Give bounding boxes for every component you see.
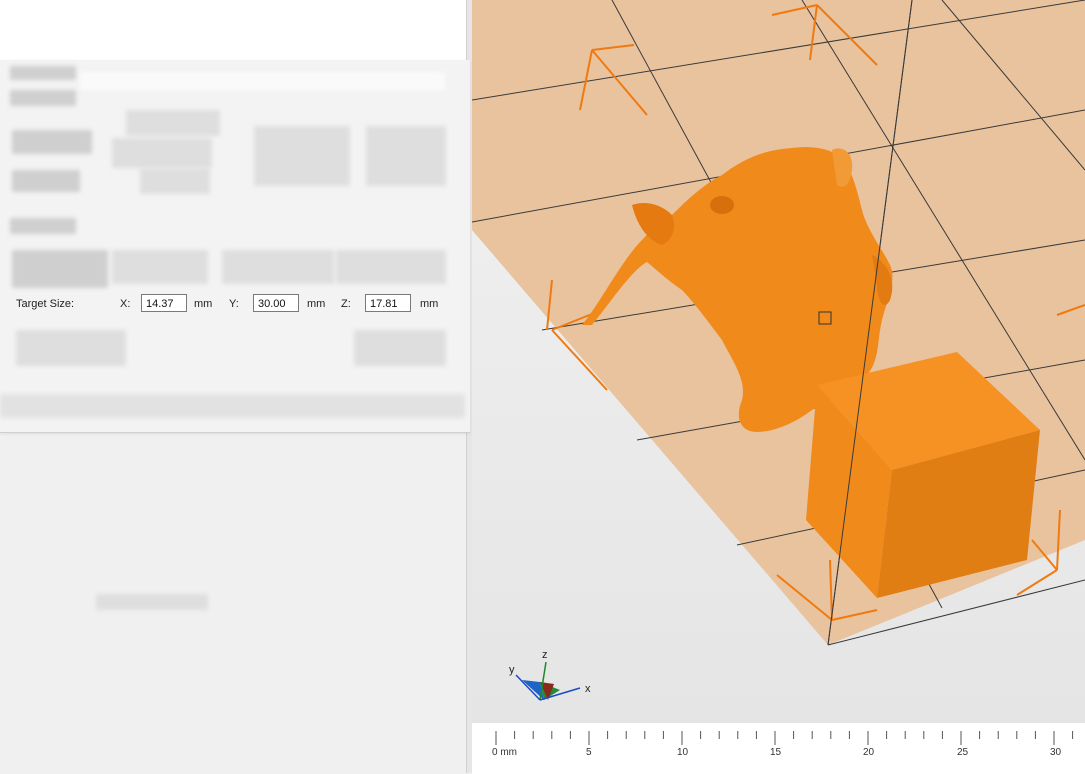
top-white-area [0,0,468,60]
blurred-field [140,168,210,194]
axis-z-label: z [542,649,548,661]
x-unit-label: mm [194,298,213,310]
blurred-footer [0,394,465,418]
blurred-field [112,138,212,168]
ruler-label-25: 25 [957,747,969,758]
blurred-bar [80,72,445,90]
blurred-label [10,218,76,234]
scale-dialog-panel: Target Size: X: 14.37 mm Y: 30.00 mm Z: … [0,60,470,433]
viewport-canvas[interactable]: z y x [472,0,1085,773]
ruler: 0 mm 5 10 15 20 25 30 [472,722,1085,774]
y-unit-label: mm [307,298,326,310]
target-size-y-input[interactable]: 30.00 [253,294,299,312]
ruler-label-15: 15 [770,747,782,758]
y-axis-label: Y: [229,298,239,310]
blurred-header [126,110,220,136]
blurred-field [112,250,208,284]
blurred-text [10,90,76,106]
axis-x-label: x [585,683,591,695]
blurred-checkbox[interactable] [16,330,126,366]
blurred-field [366,126,446,186]
blurred-field [336,250,446,284]
blurred-button[interactable] [354,330,446,366]
ruler-label-0: 0 mm [492,747,517,758]
x-axis-label: X: [120,298,131,310]
z-unit-label: mm [420,298,439,310]
target-size-label: Target Size: [16,298,75,310]
target-size-x-input[interactable]: 14.37 [141,294,187,312]
ruler-label-30: 30 [1050,747,1062,758]
blurred-label [12,170,80,192]
target-size-z-input[interactable]: 17.81 [365,294,411,312]
blurred-label [12,250,108,288]
ruler-label-10: 10 [677,747,689,758]
axis-y-label: y [509,664,515,676]
blurred-status-text [96,594,208,610]
ruler-label-5: 5 [586,747,592,758]
3d-viewport[interactable]: z y x [472,0,1085,773]
blurred-label [12,130,92,154]
blurred-title [10,66,76,80]
blurred-field [222,250,334,284]
ruler-label-20: 20 [863,747,875,758]
blurred-field [254,126,350,186]
z-axis-label: Z: [341,298,351,310]
